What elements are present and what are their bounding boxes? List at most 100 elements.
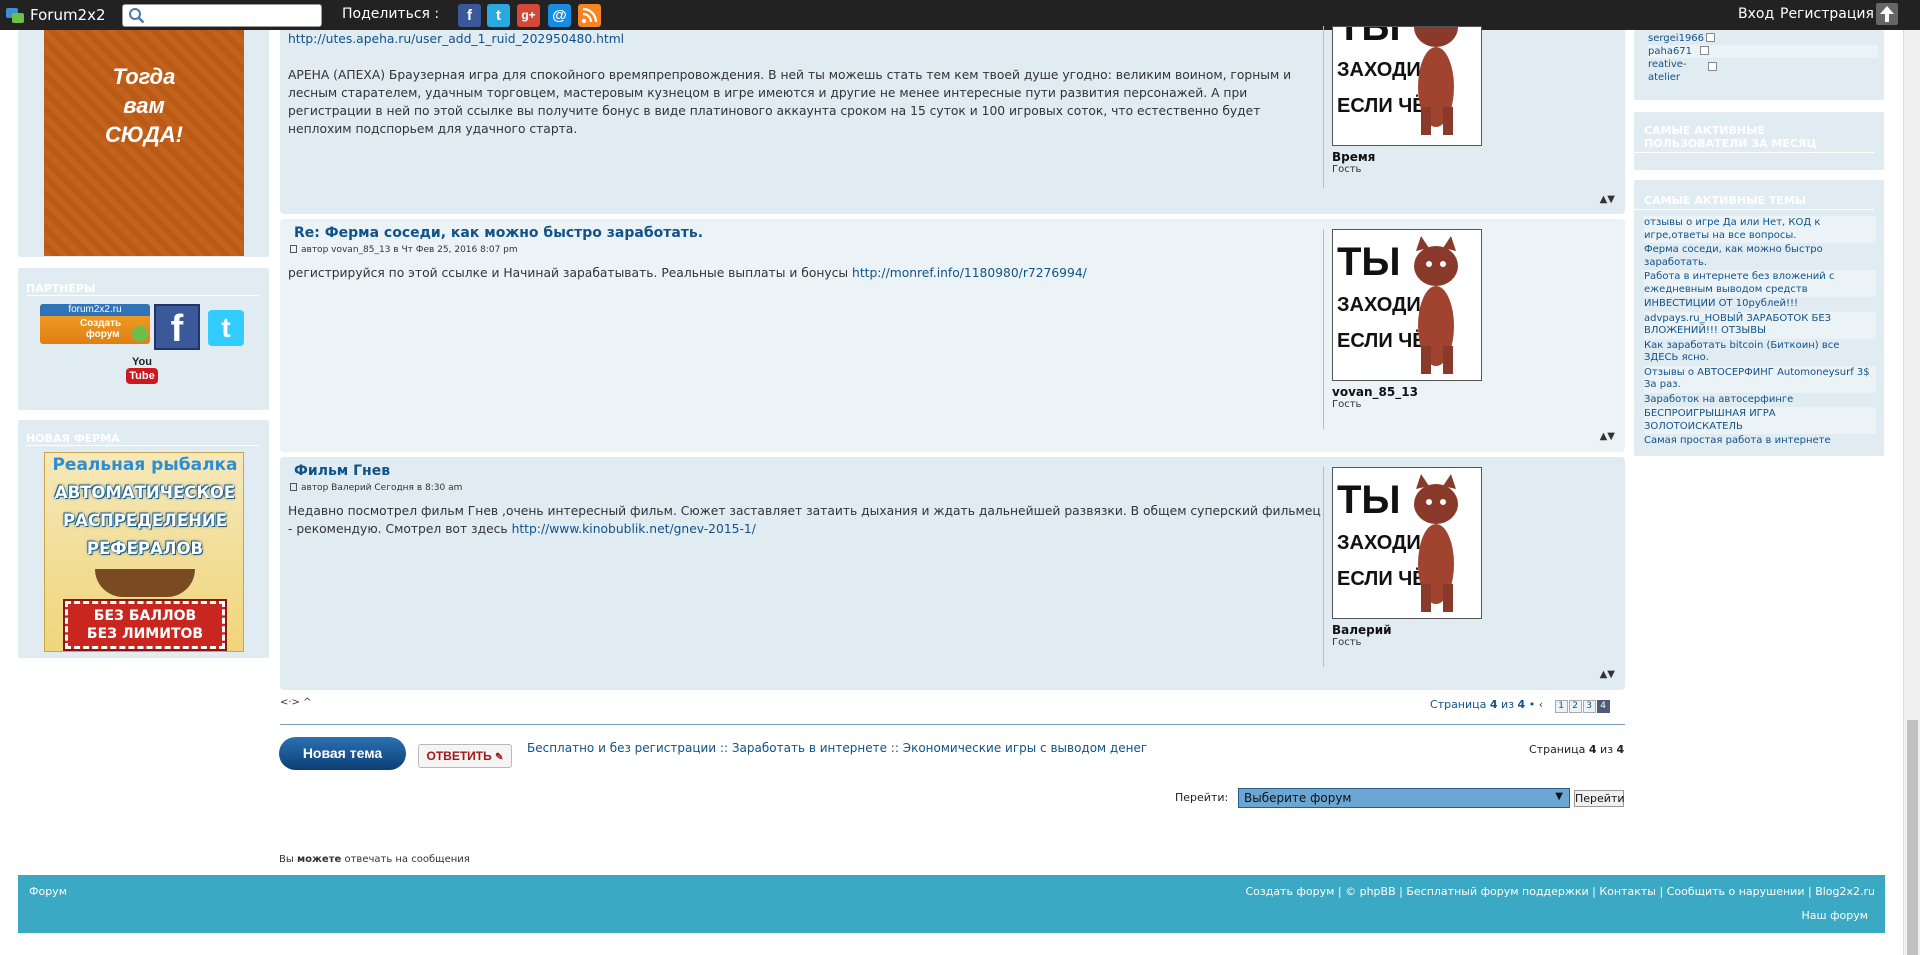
new-topic-button[interactable]: Новая тема [279,737,406,770]
jump-go-button[interactable]: Перейти [1574,790,1625,807]
breadcrumb-link[interactable]: Экономические игры с выводом денег [903,741,1147,755]
reply-button[interactable]: ОТВЕТИТЬ ✎ [418,744,512,768]
jump-label: Перейти: [1175,791,1229,804]
user-avatar[interactable]: ТЫ ЗАХОДИ, ЕСЛИ ЧЁ [1332,229,1482,381]
fishing-game-banner[interactable]: Реальная рыбалка АВТОМАТИЧЕСКОЕ РАСПРЕДЕ… [44,452,244,652]
breadcrumb-link[interactable]: Заработать в интернете [732,741,887,755]
footer-link[interactable]: © phpBB [1345,885,1396,898]
login-link[interactable]: Вход [1738,6,1774,22]
post-nav-arrows[interactable]: ▲▼ [1600,431,1615,442]
footer-forum-link[interactable]: Форум [29,885,67,898]
partners-title: ПАРТНЕРЫ [26,282,259,296]
post-title[interactable]: Фильм Гнев [294,463,390,479]
scrollbar-thumb[interactable] [1907,720,1918,955]
banner-text: Реальная рыбалка [52,455,238,475]
wolf-cartoon-icon [1414,474,1458,612]
pagination-total: 4 [1616,743,1625,756]
user-list-item[interactable]: reative-atelier [1648,58,1718,84]
permissions-post: отвечать на сообщения [341,854,470,865]
footer-link[interactable]: Blog2x2.ru [1815,885,1875,898]
footer-link[interactable]: Сообщить о нарушении [1667,885,1805,898]
topic-link[interactable]: отзывы о игре Да или Нет, КОД к игре,отв… [1644,216,1876,243]
facebook-icon[interactable]: f [458,4,481,27]
jump-select[interactable]: Выберите форум ▼ [1238,788,1570,808]
register-link[interactable]: Регистрация [1780,6,1874,22]
post-nav-arrows[interactable]: ▲▼ [1600,669,1615,680]
topic-link[interactable]: Самая простая работа в интернете [1644,434,1876,449]
username[interactable]: Валерий [1332,623,1613,637]
facebook-icon[interactable]: f [154,304,200,350]
banner-text: РЕФЕРАЛОВ [86,539,204,558]
post-link[interactable]: http://utes.apeha.ru/user_add_1_ruid_202… [288,30,1323,48]
rss-icon[interactable] [578,4,601,27]
forum2x2-logo-icon[interactable] [6,6,24,24]
post-body: АРЕНА (АПЕХА) Браузерная игра для спокой… [288,68,1292,136]
wolf-cartoon-icon [1414,27,1458,135]
wolf-cartoon-icon [1414,236,1458,374]
pagination-current: 4 [1489,698,1498,711]
post-link[interactable]: http://www.kinobublik.net/gnev-2015-1/ [512,522,756,536]
topic-link[interactable]: Отзывы о АВТОСЕРФИНГ Automoneysurf 3$ За… [1644,365,1876,393]
topic-link[interactable]: advpays.ru_НОВЫЙ ЗАРАБОТОК БЕЗ ВЛОЖЕНИЙ!… [1644,311,1876,339]
checkbox[interactable] [1708,62,1717,71]
post-nav-arrows[interactable]: ▲▼ [1600,194,1615,205]
user-list-item[interactable]: sergei1966 [1648,32,1828,45]
post-profile: ТЫ ЗАХОДИ, ЕСЛИ ЧЁ Время Гость [1323,26,1613,188]
pagination-current: 4 [1588,743,1597,756]
partners-box: ПАРТНЕРЫ forum2x2.ru Создать форум f t Y… [18,268,269,410]
page-link[interactable]: 1 [1554,700,1568,713]
topic-link[interactable]: ИНВЕСТИЦИИ ОТ 10рублей!!! [1644,297,1876,312]
scroll-top-icon[interactable] [1876,3,1898,25]
search-input[interactable] [149,7,317,24]
page-scrollbar[interactable] [1903,30,1920,955]
google-plus-icon[interactable]: g+ [517,4,540,27]
topic-link[interactable]: БЕСПРОИГРЫШНАЯ ИГРА ЗОЛОТОИСКАТЕЛЬ [1644,407,1876,434]
username[interactable]: vovan_85_13 [1332,385,1613,399]
pagination-prev-icon[interactable]: ‹ [1539,698,1543,711]
footer-links: Создать форум | © phpBB | Бесплатный фор… [1245,885,1875,898]
post-title[interactable]: Re: Ферма соседи, как можно быстро зараб… [294,225,703,241]
post-link[interactable]: http://monref.info/1180980/r7276994/ [852,266,1087,280]
email-icon[interactable]: @ [548,4,571,27]
post-content: http://utes.apeha.ru/user_add_1_ruid_202… [288,30,1323,138]
ad-text-line: Тогда [112,64,176,89]
topic-nav-arrows[interactable]: <·> ^ [280,697,312,708]
page-link[interactable]: 3 [1582,700,1596,713]
ad-banner-orange[interactable]: Тогда вам СЮДА! [44,30,244,256]
twitter-icon[interactable]: t [487,4,510,27]
page-link[interactable]: 2 [1568,700,1582,713]
user-name[interactable]: paha671 [1648,46,1692,57]
footer-link[interactable]: Создать форум [1245,885,1334,898]
user-rank: Гость [1332,399,1362,410]
footer-link[interactable]: Бесплатный форум поддержки [1406,885,1588,898]
youtube-icon[interactable]: You Tube [126,356,158,392]
post-body: Недавно посмотрел фильм Гнев ,очень инте… [288,504,1321,536]
pagination-total: 4 [1517,698,1526,711]
checkbox[interactable] [1706,33,1716,42]
post-icon [290,245,297,253]
topic-link[interactable]: Ферма соседи, как можно быстро заработат… [1644,243,1876,270]
user-avatar[interactable]: ТЫ ЗАХОДИ, ЕСЛИ ЧЁ [1332,467,1482,619]
footer-our-forum-link[interactable]: Наш форум [1802,909,1869,922]
reply-label: ОТВЕТИТЬ [426,749,492,763]
user-name[interactable]: sergei1966 [1648,33,1704,44]
forum2x2-partner-logo[interactable]: forum2x2.ru Создать форум [40,304,150,344]
user-name[interactable]: reative-atelier [1648,58,1698,84]
topic-link[interactable]: Работа в интернете без вложений с ежедне… [1644,270,1876,297]
search-box[interactable] [122,4,322,27]
page-current[interactable]: 4 [1596,700,1610,713]
brand-link[interactable]: Forum2x2 [30,6,106,24]
author-line-text: автор vovan_85_13 в Чт Фев 25, 2016 8:07… [301,245,518,255]
username[interactable]: Время [1332,150,1613,164]
topic-link[interactable]: Заработок на автосерфинге [1644,393,1876,408]
user-avatar[interactable]: ТЫ ЗАХОДИ, ЕСЛИ ЧЁ [1332,26,1482,146]
topic-link[interactable]: Как заработать bitcoin (Биткоин) все ЗДЕ… [1644,339,1876,366]
breadcrumb-link[interactable]: Бесплатно и без регистрации [527,741,716,755]
permissions-text: Вы можете отвечать на сообщения [279,854,470,865]
post-body: регистрируйся по этой ссылке и Начинай з… [288,266,853,280]
user-list-item[interactable]: paha671 [1648,45,1878,58]
twitter-icon[interactable]: t [208,310,244,346]
footer-link[interactable]: Контакты [1599,885,1656,898]
checkbox[interactable] [1700,46,1710,55]
post-author-line: автор Валерий Сегодня в 8:30 am [290,483,462,493]
